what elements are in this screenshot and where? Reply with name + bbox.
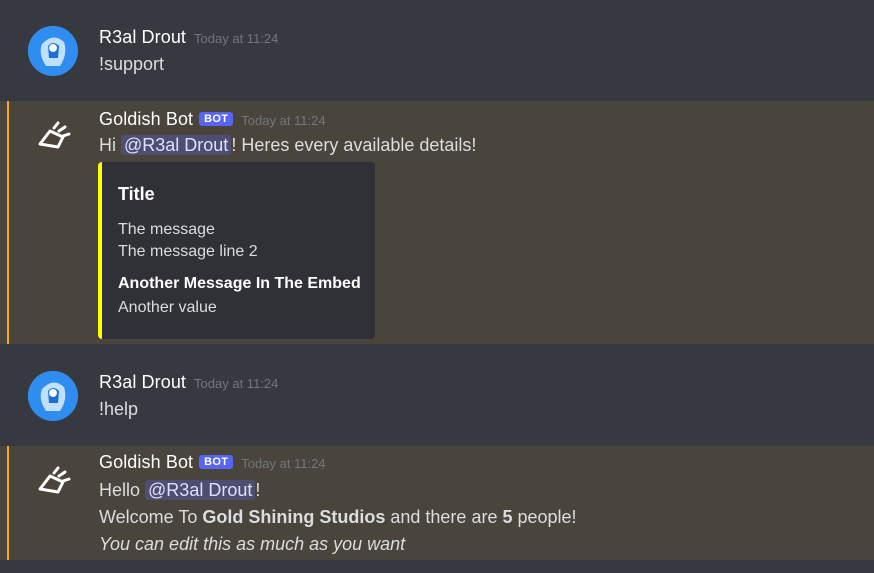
content-prefix: Hi — [99, 135, 121, 155]
embed-accent-bar — [98, 162, 102, 339]
anime-character-avatar — [28, 371, 78, 421]
embed-description-line-2: The message line 2 — [118, 243, 258, 260]
message-content: Hi @R3al Drout! Heres every available de… — [99, 135, 476, 156]
username[interactable]: Goldish Bot — [99, 109, 193, 130]
message-line-3: You can edit this as much as you want — [99, 534, 406, 554]
anime-character-avatar — [28, 26, 78, 76]
chat-messages: R3al Drout Today at 11:24 !support Goldi… — [0, 0, 874, 573]
embed-field-value: Another value — [118, 299, 217, 316]
message-line-1: Hello @R3al Drout! — [99, 480, 260, 501]
bot-badge: BOT — [199, 112, 234, 126]
embed-field-name: Another Message In The Embed — [118, 275, 361, 292]
username[interactable]: Goldish Bot — [99, 452, 193, 473]
line-2-part-3: people! — [512, 507, 577, 527]
server-name: Gold Shining Studios — [202, 507, 386, 527]
message-3: R3al Drout Today at 11:24 !help — [0, 345, 874, 445]
message-header: Goldish Bot BOT Today at 11:24 — [99, 452, 326, 473]
message-content: !help — [99, 399, 139, 419]
message-header: R3al Drout Today at 11:24 — [99, 372, 278, 393]
user-mention[interactable]: @R3al Drout — [121, 135, 232, 155]
line-2-part-1: Welcome To — [99, 507, 203, 527]
username[interactable]: R3al Drout — [99, 27, 186, 48]
line-1-suffix: ! — [255, 480, 261, 500]
username[interactable]: R3al Drout — [99, 372, 186, 393]
goldish-bot-logo-icon — [38, 121, 71, 149]
message-content: !support — [99, 54, 165, 74]
message-header: R3al Drout Today at 11:24 — [99, 27, 278, 48]
member-count: 5 — [502, 507, 513, 527]
line-2-part-2: and there are — [385, 507, 503, 527]
embed-description-line-1: The message — [118, 221, 215, 238]
message-4: Goldish Bot BOT Today at 11:24 Hello @R3… — [0, 446, 874, 560]
user-avatar[interactable] — [28, 371, 78, 421]
content-suffix: ! Heres every available details! — [231, 135, 477, 155]
line-1-prefix: Hello — [99, 480, 146, 500]
bot-badge: BOT — [199, 455, 234, 469]
message-embed: Title The message The message line 2 Ano… — [98, 162, 375, 339]
bot-avatar[interactable] — [28, 456, 78, 506]
user-mention[interactable]: @R3al Drout — [145, 480, 256, 500]
goldish-bot-logo-icon — [38, 466, 71, 494]
timestamp: Today at 11:24 — [194, 31, 279, 46]
timestamp: Today at 11:24 — [241, 456, 326, 471]
timestamp: Today at 11:24 — [194, 376, 279, 391]
message-line-2: Welcome To Gold Shining Studios and ther… — [99, 507, 577, 528]
bot-avatar[interactable] — [28, 111, 78, 161]
embed-title: Title — [118, 184, 155, 204]
user-avatar[interactable] — [28, 26, 78, 76]
message-1: R3al Drout Today at 11:24 !support — [0, 0, 874, 100]
timestamp: Today at 11:24 — [241, 113, 326, 128]
message-header: Goldish Bot BOT Today at 11:24 — [99, 109, 326, 130]
